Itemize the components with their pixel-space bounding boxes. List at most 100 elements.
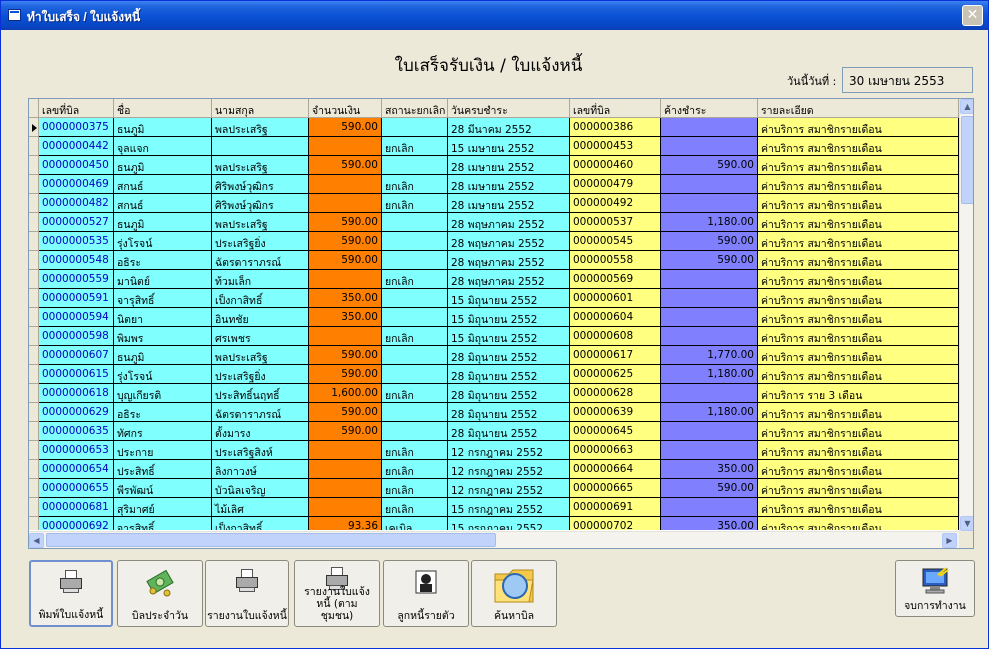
cell-last-name[interactable]: ฉัตรดาราภรณ์ [212, 251, 309, 270]
table-row[interactable]: 0000000548 อธิระ ฉัตรดาราภรณ์ 590.00 28 พฤษภ… [29, 251, 959, 270]
cell-outstanding[interactable] [661, 194, 758, 213]
cell-cancel-status[interactable] [382, 365, 448, 384]
table-row[interactable]: 0000000655 พีรพัฒน์ บัวนิลเจริญ ยกเลิก 12 กร… [29, 479, 959, 498]
row-selector[interactable] [29, 156, 39, 175]
cell-bill-no[interactable]: 0000000469 [39, 175, 114, 194]
table-row[interactable]: 0000000635 ทัศกร ตั้งมารง 590.00 28 มิถุนายน… [29, 422, 959, 441]
cell-details[interactable]: ค่าบริการ สมาชิกรายเดือน [758, 460, 959, 479]
cell-bill-no[interactable]: 0000000653 [39, 441, 114, 460]
table-row[interactable]: 0000000654 ประสิทธิ์ ลิงกาวงษ์ ยกเลิก 12 กรก… [29, 460, 959, 479]
cell-cancel-status[interactable]: เคเบิล [382, 517, 448, 530]
cell-bill-no-2[interactable]: 000000702 [570, 517, 661, 530]
cell-outstanding[interactable]: 590.00 [661, 479, 758, 498]
cell-amount[interactable]: 350.00 [309, 308, 382, 327]
cell-due-date[interactable]: 28 มิถุนายน 2552 [448, 365, 570, 384]
column-header-last-name[interactable]: นามสกุล [212, 99, 309, 118]
cell-outstanding[interactable] [661, 422, 758, 441]
cell-amount[interactable] [309, 441, 382, 460]
cell-details[interactable]: ค่าบริการ สมาชิกรายเดือน [758, 403, 959, 422]
cell-due-date[interactable]: 28 มิถุนายน 2552 [448, 384, 570, 403]
cell-last-name[interactable]: พลประเสริฐ [212, 156, 309, 175]
cell-first-name[interactable]: ธนภูมิ [114, 156, 212, 175]
cell-bill-no[interactable]: 0000000681 [39, 498, 114, 517]
cell-due-date[interactable]: 12 กรกฎาคม 2552 [448, 441, 570, 460]
cell-outstanding[interactable] [661, 118, 758, 137]
cell-last-name[interactable]: ประเสริฐสิงห์ [212, 441, 309, 460]
row-selector[interactable] [29, 479, 39, 498]
column-header-bill-no[interactable]: เลขที่บิล [39, 99, 114, 118]
table-row[interactable]: 0000000469 สกนธ์ ศิริพงษ์วุฒิกร ยกเลิก 28 เม… [29, 175, 959, 194]
row-selector[interactable] [29, 137, 39, 156]
table-row[interactable]: 0000000615 รุ่งโรจน์ ประเสริฐยิ่ง 590.00 28 … [29, 365, 959, 384]
cell-first-name[interactable]: บุญเกียรติ [114, 384, 212, 403]
cell-amount[interactable]: 590.00 [309, 346, 382, 365]
table-row[interactable]: 0000000535 รุ่งโรจน์ ประเสริฐยิ่ง 590.00 28 … [29, 232, 959, 251]
cell-last-name[interactable]: เป็งกาสิทธิ์ [212, 517, 309, 530]
cell-amount[interactable]: 590.00 [309, 156, 382, 175]
debtor-individual-button[interactable]: ลูกหนี้รายตัว [383, 560, 469, 627]
cell-bill-no-2[interactable]: 000000386 [570, 118, 661, 137]
row-selector[interactable] [29, 232, 39, 251]
cell-bill-no-2[interactable]: 000000453 [570, 137, 661, 156]
cell-last-name[interactable]: ประเสริฐยิ่ง [212, 232, 309, 251]
cell-first-name[interactable]: จารุสิทธิ์ [114, 517, 212, 530]
cell-bill-no-2[interactable]: 000000665 [570, 479, 661, 498]
cell-amount[interactable] [309, 194, 382, 213]
cell-cancel-status[interactable]: ยกเลิก [382, 479, 448, 498]
cell-due-date[interactable]: 28 มิถุนายน 2552 [448, 403, 570, 422]
cell-bill-no[interactable]: 0000000692 [39, 517, 114, 530]
table-row[interactable]: 0000000450 ธนภูมิ พลประเสริฐ 590.00 28 เมษาย… [29, 156, 959, 175]
title-bar[interactable]: ทำใบเสร็จ / ใบแจ้งหนี้ ✕ [1, 1, 988, 30]
cell-last-name[interactable]: พลประเสริฐ [212, 118, 309, 137]
cell-details[interactable]: ค่าบริการ ราย 3 เดือน [758, 384, 959, 403]
cell-bill-no-2[interactable]: 000000691 [570, 498, 661, 517]
cell-outstanding[interactable]: 350.00 [661, 460, 758, 479]
cell-amount[interactable]: 93.36 [309, 517, 382, 530]
cell-cancel-status[interactable] [382, 213, 448, 232]
row-selector[interactable] [29, 270, 39, 289]
row-selector[interactable] [29, 365, 39, 384]
cell-due-date[interactable]: 28 มีนาคม 2552 [448, 118, 570, 137]
column-header-cancel-status[interactable]: สถานะยกเลิก [382, 99, 448, 118]
cell-bill-no-2[interactable]: 000000628 [570, 384, 661, 403]
table-row[interactable]: 0000000598 พิมพร ศรเพชร ยกเลิก 15 มิถุนายน 2… [29, 327, 959, 346]
cell-amount[interactable]: 590.00 [309, 365, 382, 384]
end-work-button[interactable]: จบการทำงาน [895, 560, 975, 617]
cell-first-name[interactable]: สุริมาศย์ [114, 498, 212, 517]
table-row[interactable]: 0000000482 สกนธ์ ศิริพงษ์วุฒิกร ยกเลิก 28 เม… [29, 194, 959, 213]
cell-bill-no[interactable]: 0000000548 [39, 251, 114, 270]
cell-last-name[interactable]: ศิริพงษ์วุฒิกร [212, 175, 309, 194]
cell-first-name[interactable]: รุ่งโรจน์ [114, 232, 212, 251]
cell-cancel-status[interactable] [382, 156, 448, 175]
grid-body[interactable]: 0000000375 ธนภูมิ พลประเสริฐ 590.00 28 มีนาค… [29, 118, 959, 530]
cell-cancel-status[interactable]: ยกเลิก [382, 441, 448, 460]
table-row[interactable]: 0000000559 มานิตย์ ท้วมเล็ก ยกเลิก 28 พฤษภาค… [29, 270, 959, 289]
print-invoice-button[interactable]: พิมพ์ใบแจ้งหนี้ [29, 560, 113, 627]
table-row[interactable]: 0000000527 ธนภูมิ พลประเสริฐ 590.00 28 พฤษภา… [29, 213, 959, 232]
horizontal-scroll-thumb[interactable] [46, 533, 496, 547]
cell-first-name[interactable]: จุลแจก [114, 137, 212, 156]
invoice-report-button[interactable]: รายงานใบแจ้งหนี้ [205, 560, 289, 627]
vertical-scrollbar[interactable]: ▲ ▼ [959, 99, 973, 531]
cell-bill-no[interactable]: 0000000535 [39, 232, 114, 251]
cell-last-name[interactable]: เป็งกาสิทธิ์ [212, 289, 309, 308]
cell-details[interactable]: ค่าบริการ สมาชิกรายเดือน [758, 346, 959, 365]
cell-amount[interactable]: 350.00 [309, 289, 382, 308]
table-row[interactable]: 0000000653 ประกาย ประเสริฐสิงห์ ยกเลิก 12 กร… [29, 441, 959, 460]
cell-bill-no-2[interactable]: 000000608 [570, 327, 661, 346]
column-header-amount[interactable]: จำนวนเงิน [309, 99, 382, 118]
row-selector[interactable] [29, 308, 39, 327]
cell-due-date[interactable]: 12 กรกฎาคม 2552 [448, 460, 570, 479]
row-selector[interactable] [29, 289, 39, 308]
table-row[interactable]: 0000000594 นิตยา อินทชัย 350.00 15 มิถุนายน … [29, 308, 959, 327]
cell-details[interactable]: ค่าบริการ สมาชิกรายเดือน [758, 118, 959, 137]
cell-cancel-status[interactable]: ยกเลิก [382, 384, 448, 403]
row-selector[interactable] [29, 498, 39, 517]
cell-amount[interactable]: 590.00 [309, 422, 382, 441]
cell-bill-no-2[interactable]: 000000537 [570, 213, 661, 232]
cell-bill-no[interactable]: 0000000527 [39, 213, 114, 232]
cell-amount[interactable]: 590.00 [309, 118, 382, 137]
cell-bill-no[interactable]: 0000000618 [39, 384, 114, 403]
cell-amount[interactable]: 590.00 [309, 232, 382, 251]
table-row[interactable]: 0000000629 อธิระ ฉัตรดาราภรณ์ 590.00 28 มิถุ… [29, 403, 959, 422]
